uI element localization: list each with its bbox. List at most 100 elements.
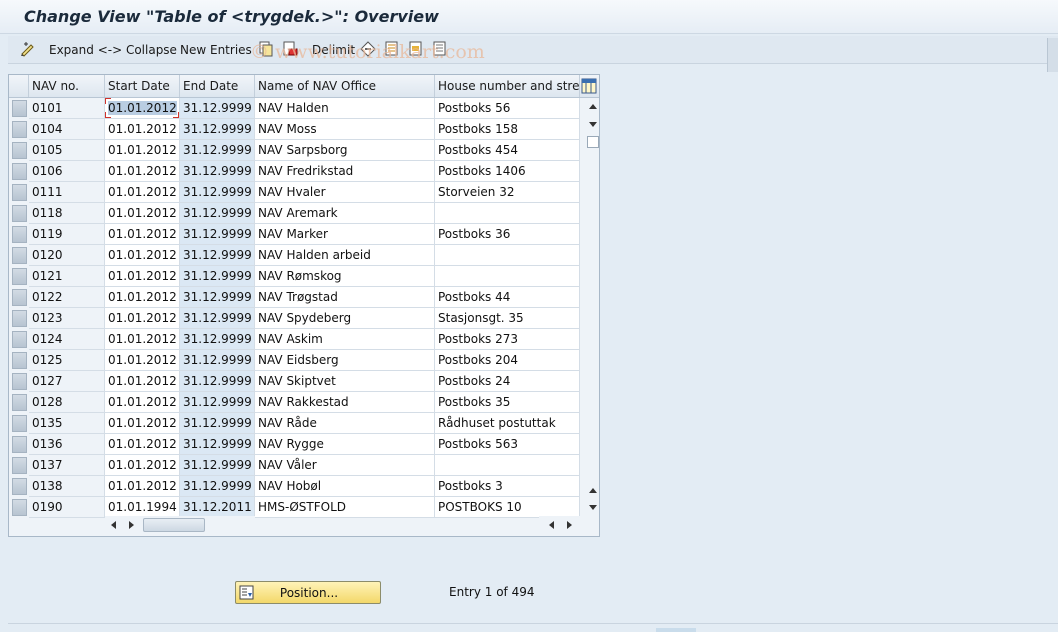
cell-nav-no[interactable]: 0124 [29, 329, 105, 350]
cell-street[interactable]: Postboks 1406 [435, 161, 580, 182]
cell-nav-no[interactable]: 0121 [29, 266, 105, 287]
cell-street[interactable]: Postboks 273 [435, 329, 580, 350]
cell-street[interactable]: Postboks 44 [435, 287, 580, 308]
cell-end-date[interactable]: 31.12.9999 [180, 455, 255, 476]
cell-end-date[interactable]: 31.12.9999 [180, 203, 255, 224]
cell-nav-no[interactable]: 0135 [29, 413, 105, 434]
cell-end-date[interactable]: 31.12.9999 [180, 329, 255, 350]
row-selector[interactable] [12, 163, 27, 180]
cell-street[interactable]: Postboks 36 [435, 224, 580, 245]
cell-start-date[interactable]: 01.01.2012 [105, 476, 180, 497]
cell-end-date[interactable]: 31.12.9999 [180, 119, 255, 140]
cell-end-date[interactable]: 31.12.9999 [180, 476, 255, 497]
row-selector[interactable] [12, 415, 27, 432]
cell-office-name[interactable]: NAV Rakkestad [255, 392, 435, 413]
cell-end-date[interactable]: 31.12.9999 [180, 182, 255, 203]
cell-office-name[interactable]: NAV Hvaler [255, 182, 435, 203]
cell-nav-no[interactable]: 0101 [29, 98, 105, 119]
row-selector[interactable] [12, 100, 27, 117]
cell-end-date[interactable]: 31.12.9999 [180, 161, 255, 182]
row-selector[interactable] [12, 142, 27, 159]
cell-start-date[interactable]: 01.01.2012 [105, 434, 180, 455]
column-header-street[interactable]: House number and street [435, 75, 580, 97]
cell-nav-no[interactable]: 0106 [29, 161, 105, 182]
new-entries-button[interactable]: New Entries [180, 42, 252, 58]
cell-start-date[interactable]: 01.01.2012 [105, 119, 180, 140]
cell-end-date[interactable]: 31.12.2011 [180, 497, 255, 518]
cell-street[interactable]: Postboks 563 [435, 434, 580, 455]
expand-collapse-button[interactable]: Expand <-> Collapse [49, 42, 177, 58]
scroll-thumb[interactable] [587, 136, 599, 148]
cell-street[interactable] [435, 245, 580, 266]
scroll-right-icon[interactable] [129, 521, 134, 529]
cell-nav-no[interactable]: 0104 [29, 119, 105, 140]
cell-end-date[interactable]: 31.12.9999 [180, 266, 255, 287]
scroll-up-icon[interactable] [589, 104, 597, 109]
cell-start-date[interactable]: 01.01.2012 [105, 182, 180, 203]
horizontal-scrollbar-left[interactable] [105, 516, 255, 534]
cell-nav-no[interactable]: 0119 [29, 224, 105, 245]
cell-end-date[interactable]: 31.12.9999 [180, 392, 255, 413]
cell-street[interactable]: Postboks 3 [435, 476, 580, 497]
cell-end-date[interactable]: 31.12.9999 [180, 434, 255, 455]
column-settings-icon[interactable] [581, 78, 597, 94]
cell-start-date[interactable]: 01.01.1994 [105, 497, 180, 518]
cell-street[interactable]: Rådhuset postuttak [435, 413, 580, 434]
cell-office-name[interactable]: HMS-ØSTFOLD [255, 497, 435, 518]
horizontal-scroll-thumb[interactable] [143, 518, 205, 532]
vertical-scrollbar[interactable] [587, 98, 599, 516]
cell-office-name[interactable]: NAV Trøgstad [255, 287, 435, 308]
cell-end-date[interactable]: 31.12.9999 [180, 350, 255, 371]
cell-street[interactable]: Postboks 35 [435, 392, 580, 413]
cell-office-name[interactable]: NAV Moss [255, 119, 435, 140]
cell-start-date[interactable]: 01.01.2012 [105, 371, 180, 392]
cell-nav-no[interactable]: 0120 [29, 245, 105, 266]
cell-nav-no[interactable]: 0127 [29, 371, 105, 392]
row-selector[interactable] [12, 331, 27, 348]
cell-nav-no[interactable]: 0123 [29, 308, 105, 329]
cell-nav-no[interactable]: 0138 [29, 476, 105, 497]
cell-end-date[interactable]: 31.12.9999 [180, 287, 255, 308]
cell-street[interactable] [435, 203, 580, 224]
row-selector[interactable] [12, 436, 27, 453]
cell-office-name[interactable]: NAV Råde [255, 413, 435, 434]
cell-start-date[interactable]: 01.01.2012 [105, 350, 180, 371]
cell-street[interactable]: Postboks 454 [435, 140, 580, 161]
row-selector[interactable] [12, 247, 27, 264]
toggle-change-icon[interactable] [20, 41, 36, 57]
row-selector[interactable] [12, 499, 27, 516]
cell-nav-no[interactable]: 0105 [29, 140, 105, 161]
column-header-start-date[interactable]: Start Date [105, 75, 180, 97]
cell-end-date[interactable]: 31.12.9999 [180, 413, 255, 434]
horizontal-scrollbar-right[interactable] [539, 516, 587, 534]
cell-street[interactable] [435, 455, 580, 476]
cell-start-date[interactable]: 01.01.2012 [105, 392, 180, 413]
row-selector[interactable] [12, 226, 27, 243]
cell-nav-no[interactable]: 0190 [29, 497, 105, 518]
row-selector[interactable] [12, 184, 27, 201]
cell-office-name[interactable]: NAV Marker [255, 224, 435, 245]
row-selector[interactable] [12, 289, 27, 306]
scroll-left-icon[interactable] [549, 521, 554, 529]
cell-end-date[interactable]: 31.12.9999 [180, 98, 255, 119]
row-selector[interactable] [12, 268, 27, 285]
select-all-corner[interactable] [9, 75, 29, 97]
cell-office-name[interactable]: NAV Rømskog [255, 266, 435, 287]
cell-street[interactable]: Stasjonsgt. 35 [435, 308, 580, 329]
cell-start-date[interactable]: 01.01.2012 [105, 161, 180, 182]
cell-office-name[interactable]: NAV Askim [255, 329, 435, 350]
cell-office-name[interactable]: NAV Fredrikstad [255, 161, 435, 182]
cell-end-date[interactable]: 31.12.9999 [180, 140, 255, 161]
cell-office-name[interactable]: NAV Våler [255, 455, 435, 476]
cell-nav-no[interactable]: 0128 [29, 392, 105, 413]
cell-office-name[interactable]: NAV Spydeberg [255, 308, 435, 329]
row-selector[interactable] [12, 352, 27, 369]
cell-office-name[interactable]: NAV Hobøl [255, 476, 435, 497]
scroll-left-icon[interactable] [111, 521, 116, 529]
cell-start-date[interactable]: 01.01.2012 [105, 140, 180, 161]
cell-end-date[interactable]: 31.12.9999 [180, 308, 255, 329]
cell-office-name[interactable]: NAV Aremark [255, 203, 435, 224]
cell-street[interactable] [435, 266, 580, 287]
cell-nav-no[interactable]: 0118 [29, 203, 105, 224]
column-header-office-name[interactable]: Name of NAV Office [255, 75, 435, 97]
